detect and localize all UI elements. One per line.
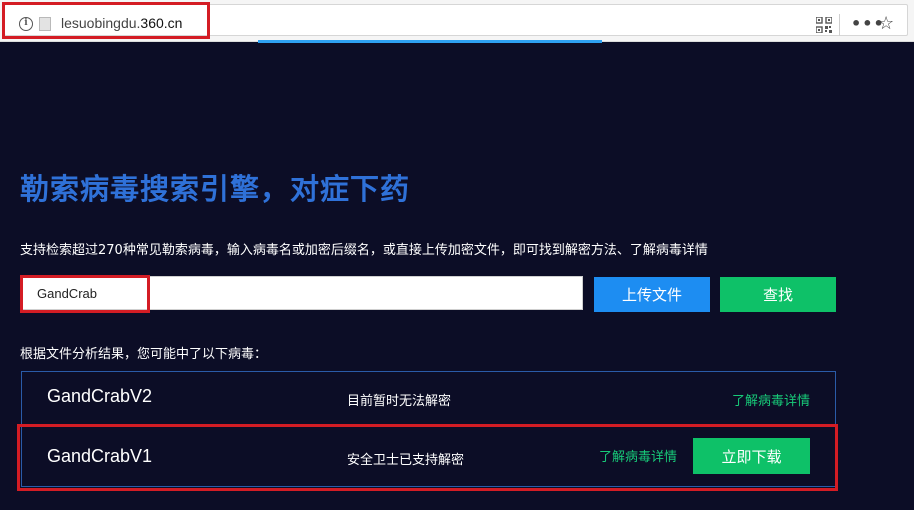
search-input[interactable] <box>20 276 583 310</box>
upload-file-button[interactable]: 上传文件 <box>594 277 710 312</box>
page-title: 勒索病毒搜索引擎，对症下药 <box>20 172 411 206</box>
star-icon[interactable]: ☆ <box>878 13 894 34</box>
virus-details-link[interactable]: 了解病毒详情 <box>732 390 810 409</box>
row-highlight-box <box>17 424 838 491</box>
search-button[interactable]: 查找 <box>720 277 836 312</box>
virus-name: GandCrabV2 <box>47 386 153 406</box>
url-highlight-box <box>2 2 210 39</box>
decrypt-status: 目前暂时无法解密 <box>347 394 452 409</box>
results-label: 根据文件分析结果，您可能中了以下病毒： <box>20 347 268 362</box>
qr-code-icon[interactable] <box>816 17 832 33</box>
page-description: 支持检索超过270种常见勒索病毒，输入病毒名或加密后缀名，或直接上传加密文件，即… <box>20 243 708 258</box>
hero-accent-strip <box>258 40 602 43</box>
toolbar-divider <box>839 14 840 36</box>
browser-toolbar: i lesuobingdu.360.cn ••• ☆ <box>0 0 914 42</box>
